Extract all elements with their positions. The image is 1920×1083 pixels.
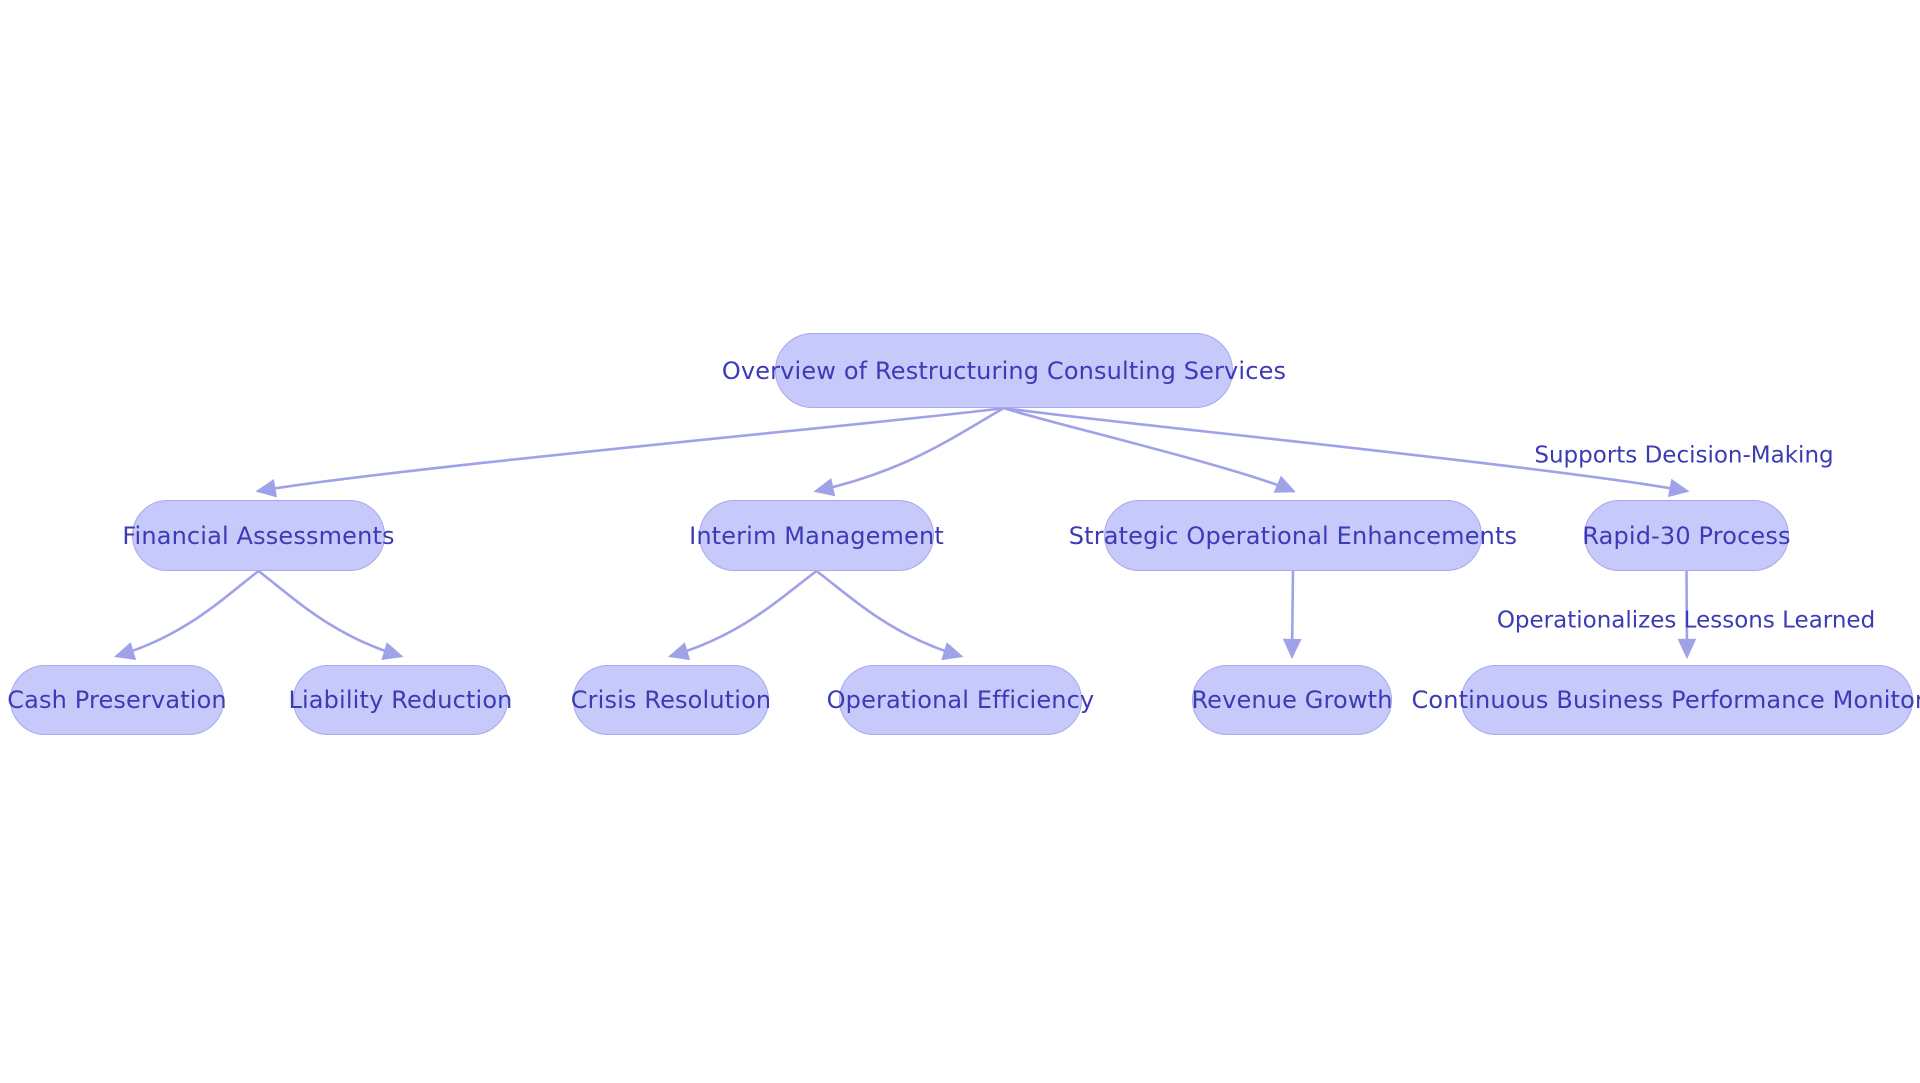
node-label: Overview of Restructuring Consulting Ser…: [721, 356, 1287, 385]
node-opeff[interactable]: Operational Efficiency: [827, 665, 1094, 735]
node-rapid30[interactable]: Rapid-30 Process: [1582, 500, 1791, 571]
flowchart-canvas: Overview of Restructuring Consulting Ser…: [0, 0, 1920, 1083]
node-label: Crisis Resolution: [570, 686, 772, 714]
edge-financial-to-liability: [257, 569, 404, 661]
edge-interim-to-crisis: [668, 569, 818, 661]
edge-root-to-strategic: [1002, 406, 1296, 493]
edge-label-root-to-rapid30: Supports Decision-Making: [1534, 442, 1834, 469]
edge-strategic-to-revenue: [1282, 569, 1302, 660]
node-strategic[interactable]: Strategic Operational Enhancements: [1069, 500, 1517, 571]
node-label: Cash Preservation: [7, 686, 227, 714]
edge-root-to-interim: [813, 406, 1006, 497]
node-financial[interactable]: Financial Assessments: [122, 500, 395, 571]
edge-label-rapid30-to-continuous: Operationalizes Lessons Learned: [1496, 607, 1876, 634]
node-label: Interim Management: [689, 521, 944, 550]
node-label: Financial Assessments: [122, 521, 395, 550]
node-label: Continuous Business Performance Monitori…: [1411, 686, 1920, 714]
node-liability[interactable]: Liability Reduction: [288, 665, 512, 735]
edge-root-to-financial: [255, 406, 1006, 498]
node-root[interactable]: Overview of Restructuring Consulting Ser…: [722, 333, 1286, 408]
node-label: Liability Reduction: [288, 686, 513, 714]
edge-financial-to-cash: [114, 569, 260, 661]
node-label: Rapid-30 Process: [1582, 521, 1791, 550]
node-label: Strategic Operational Enhancements: [1068, 521, 1518, 550]
node-interim[interactable]: Interim Management: [689, 500, 944, 571]
node-crisis[interactable]: Crisis Resolution: [570, 665, 772, 735]
node-cash[interactable]: Cash Preservation: [7, 665, 227, 735]
node-continuous[interactable]: Continuous Business Performance Monitori…: [1412, 665, 1920, 735]
edge-interim-to-opeff: [815, 569, 964, 661]
node-revenue[interactable]: Revenue Growth: [1191, 665, 1393, 735]
node-label: Operational Efficiency: [826, 686, 1095, 714]
node-label: Revenue Growth: [1191, 686, 1393, 714]
